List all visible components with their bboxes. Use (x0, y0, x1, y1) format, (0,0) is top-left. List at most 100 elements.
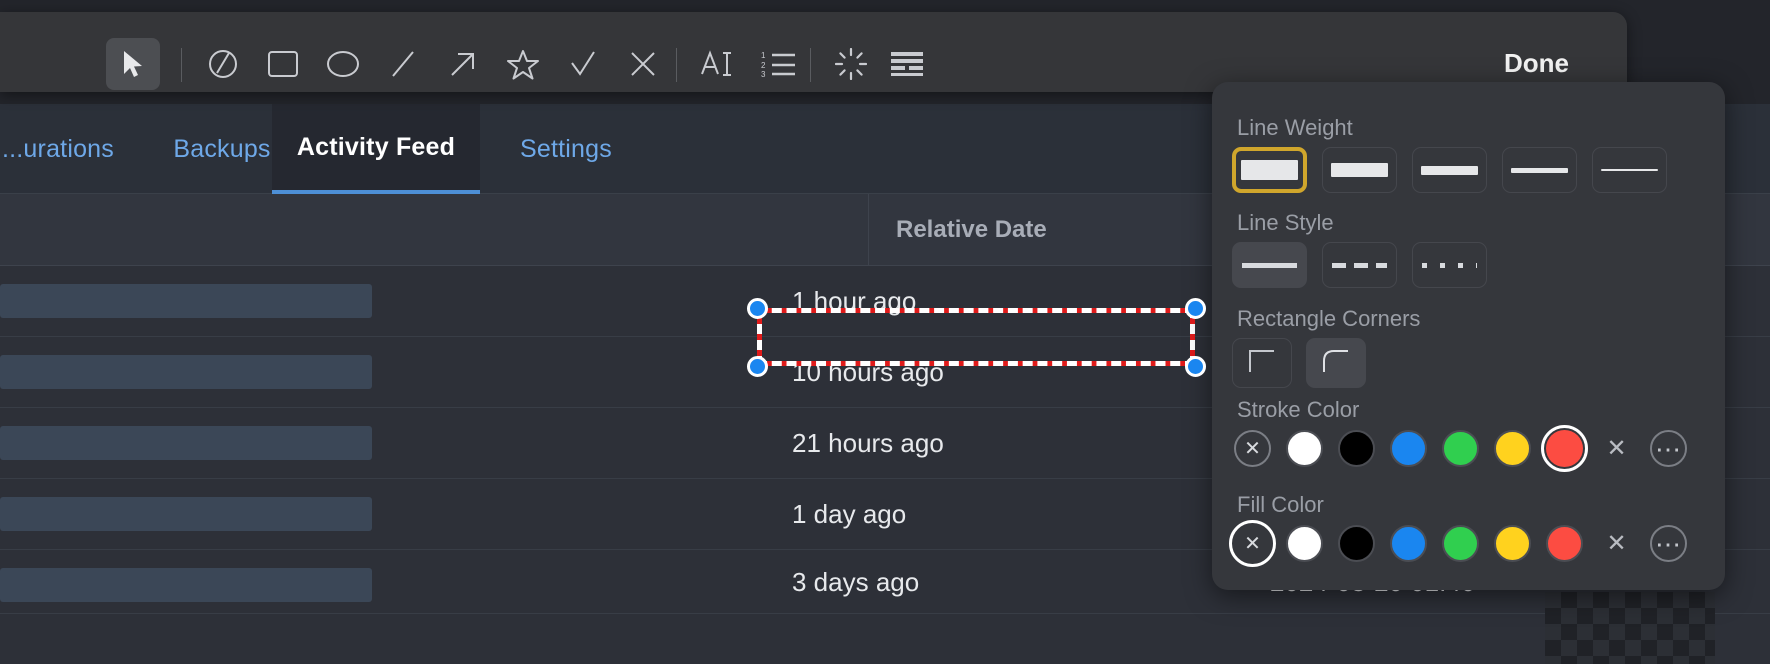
line-tool[interactable] (376, 38, 430, 90)
line-weight-swatch (1511, 167, 1568, 173)
markup-toolbar: 1 2 3 Done (0, 12, 1627, 92)
sparkle-burst-icon (835, 48, 867, 80)
row-placeholder-bar (0, 497, 372, 531)
text-cursor-icon (699, 49, 735, 79)
stroke-swatch-none[interactable]: ✕ (1234, 430, 1271, 467)
line-weight-option-2[interactable] (1322, 147, 1397, 193)
text-tool[interactable] (690, 38, 744, 90)
svg-text:3: 3 (761, 70, 766, 78)
fill-more-colors-button[interactable]: ⋯ (1650, 525, 1687, 562)
stroke-more-colors-button[interactable]: ⋯ (1650, 430, 1687, 467)
cell-relative-date: 3 days ago (792, 566, 920, 597)
screenshot-root: ...urations Backups Activity Feed Settin… (0, 0, 1770, 664)
selection-handle-top-right[interactable] (1185, 298, 1206, 319)
shape-style-popover: Line Weight Line Style Rectangle Corners (1212, 82, 1725, 590)
fill-swatch-blue[interactable] (1390, 525, 1427, 562)
line-style-option-solid[interactable] (1232, 242, 1307, 288)
line-weight-option-3[interactable] (1412, 147, 1487, 193)
solid-line-icon (1242, 262, 1297, 268)
line-weight-swatch (1331, 163, 1388, 177)
text-align-icon (890, 51, 924, 77)
row-placeholder-bar (0, 426, 372, 460)
transparency-checkerboard (1545, 592, 1715, 664)
line-weight-swatch (1601, 169, 1658, 171)
selection-arrow-tool[interactable] (106, 38, 160, 90)
arrow-tool[interactable] (436, 38, 490, 90)
cell-relative-date: 21 hours ago (792, 428, 944, 458)
ellipsis-icon: ⋯ (1655, 433, 1682, 464)
line-weight-swatch (1241, 160, 1298, 180)
star-tool[interactable] (496, 38, 550, 90)
cell-relative-date: 1 day ago (792, 499, 907, 529)
svg-text:1: 1 (761, 51, 766, 60)
line-style-option-dotted[interactable] (1412, 242, 1487, 288)
tab-settings[interactable]: Settings (492, 104, 640, 194)
arrow-icon (448, 49, 478, 79)
line-icon (389, 49, 417, 79)
x-icon: ✕ (1244, 532, 1261, 555)
ellipse-tool[interactable] (316, 38, 370, 90)
line-weight-label: Line Weight (1237, 115, 1353, 140)
x-icon: ✕ (1606, 530, 1627, 557)
checkmark-tool[interactable] (556, 38, 610, 90)
tab-label: Activity Feed (296, 132, 456, 161)
sharp-corner-icon (1247, 348, 1277, 379)
row-placeholder-bar (0, 568, 372, 602)
line-weight-option-1[interactable] (1232, 147, 1307, 193)
selection-handle-bottom-right[interactable] (1185, 356, 1206, 377)
stroke-swatch-yellow[interactable] (1494, 430, 1531, 467)
header-column-divider (868, 194, 869, 266)
done-button[interactable]: Done (1504, 48, 1569, 79)
column-header-relative-date[interactable]: Relative Date (896, 194, 1047, 266)
toolbar-separator (810, 48, 811, 82)
stroke-swatch-red[interactable] (1541, 425, 1588, 472)
rounded-corner-icon (1321, 348, 1351, 379)
tab-label: Settings (520, 134, 612, 163)
stroke-swatch-white[interactable] (1286, 430, 1323, 467)
stroke-swatch-clear[interactable]: ✕ (1598, 430, 1635, 467)
stroke-color-label: Stroke Color (1237, 397, 1360, 422)
line-style-label: Line Style (1237, 210, 1334, 235)
fill-swatch-green[interactable] (1442, 525, 1479, 562)
sketch-circle-icon (206, 47, 240, 81)
fill-swatch-red[interactable] (1546, 525, 1583, 562)
selection-handle-top-left[interactable] (747, 298, 768, 319)
stroke-swatch-black[interactable] (1338, 430, 1375, 467)
line-weight-option-5[interactable] (1592, 147, 1667, 193)
tab-configurations[interactable]: ...urations (0, 104, 148, 194)
text-align-tool[interactable] (880, 38, 934, 90)
x-icon: ✕ (1606, 435, 1627, 462)
rectangle-tool[interactable] (256, 38, 310, 90)
dashed-line-icon (1332, 262, 1387, 268)
sketch-tool[interactable] (196, 38, 250, 90)
svg-text:2: 2 (761, 61, 766, 70)
star-icon (507, 49, 539, 80)
rect-corner-option-sharp[interactable] (1232, 338, 1292, 388)
tab-label: ...urations (2, 134, 114, 163)
tab-activity-feed[interactable]: Activity Feed (272, 104, 480, 194)
line-style-option-dashed[interactable] (1322, 242, 1397, 288)
toolbar-separator (181, 48, 182, 82)
fill-color-label: Fill Color (1237, 492, 1324, 517)
ellipsis-icon: ⋯ (1655, 528, 1682, 559)
fill-swatch-black[interactable] (1338, 525, 1375, 562)
x-icon: ✕ (1244, 437, 1261, 460)
stroke-swatch-green[interactable] (1442, 430, 1479, 467)
fill-swatch-none[interactable]: ✕ (1229, 520, 1276, 567)
stroke-swatch-blue[interactable] (1390, 430, 1427, 467)
selection-handle-bottom-left[interactable] (747, 356, 768, 377)
fill-swatch-clear[interactable]: ✕ (1598, 525, 1635, 562)
x-mark-icon (629, 50, 657, 78)
highlight-tool[interactable] (824, 38, 878, 90)
ellipse-icon (326, 49, 360, 79)
rect-corner-option-rounded[interactable] (1306, 338, 1366, 388)
toolbar-separator (676, 48, 677, 82)
fill-swatch-white[interactable] (1286, 525, 1323, 562)
x-mark-tool[interactable] (616, 38, 670, 90)
markup-selection-rectangle[interactable] (757, 308, 1195, 366)
numbered-list-tool[interactable]: 1 2 3 (752, 38, 806, 90)
column-header-label: Relative Date (896, 216, 1047, 243)
fill-swatch-yellow[interactable] (1494, 525, 1531, 562)
line-weight-option-4[interactable] (1502, 147, 1577, 193)
arrow-cursor-icon (120, 49, 146, 79)
